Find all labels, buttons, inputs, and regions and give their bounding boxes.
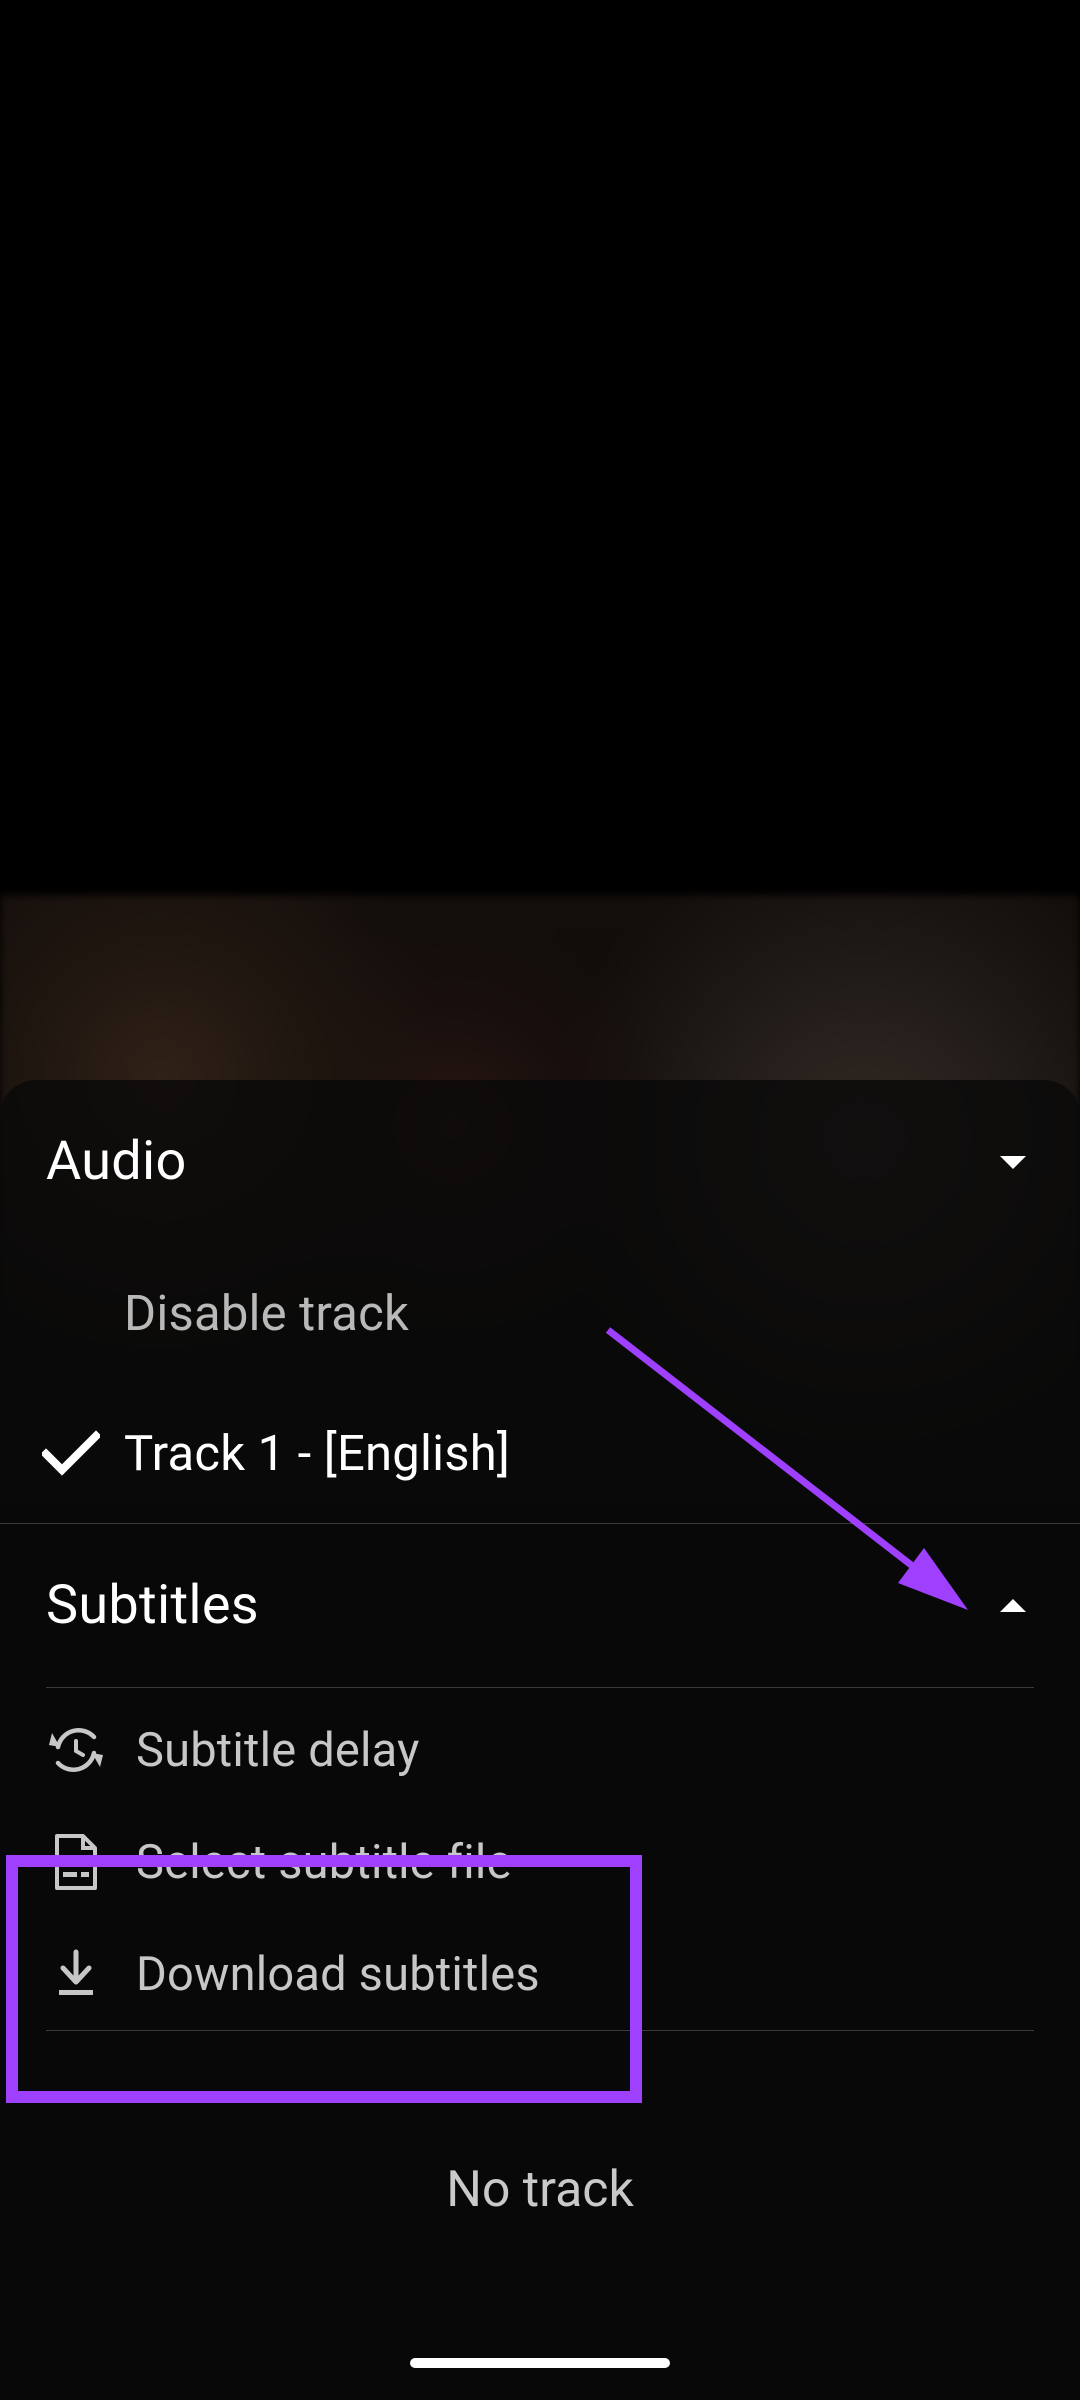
subtitle-delay-row[interactable]: Subtitle delay xyxy=(0,1694,1080,1806)
subtitle-delay-label: Subtitle delay xyxy=(136,1723,420,1778)
chevron-down-icon xyxy=(998,1153,1028,1171)
download-subtitles-label: Download subtitles xyxy=(136,1947,540,2002)
chevron-up-icon xyxy=(998,1597,1028,1615)
audio-track-label: Track 1 - [English] xyxy=(124,1425,510,1482)
subtitles-section-title: Subtitles xyxy=(46,1574,259,1637)
sync-icon xyxy=(16,1723,136,1777)
home-indicator xyxy=(410,2358,670,2368)
audio-disable-label: Disable track xyxy=(124,1285,409,1342)
audio-section-title: Audio xyxy=(46,1130,187,1193)
select-subtitle-file-row[interactable]: Select subtitle file xyxy=(0,1806,1080,1918)
audio-disable-row[interactable]: Disable track xyxy=(0,1243,1080,1383)
download-subtitles-row[interactable]: Download subtitles xyxy=(0,1918,1080,2030)
download-icon xyxy=(16,1948,136,2000)
select-subtitle-file-label: Select subtitle file xyxy=(136,1835,512,1890)
audio-section-header[interactable]: Audio xyxy=(0,1080,1080,1243)
check-icon xyxy=(42,1430,124,1476)
subtitles-options: Subtitle delay Select subtitle file xyxy=(0,1688,1080,2030)
file-subtitle-icon xyxy=(16,1834,136,1890)
audio-track-row[interactable]: Track 1 - [English] xyxy=(0,1383,1080,1523)
no-subtitle-track-label: No track xyxy=(0,2161,1080,2219)
subtitles-section-header[interactable]: Subtitles xyxy=(0,1524,1080,1687)
options-bottom-divider xyxy=(46,2030,1034,2031)
tracks-sheet: Audio Disable track Track 1 - [English] … xyxy=(0,1080,1080,2400)
